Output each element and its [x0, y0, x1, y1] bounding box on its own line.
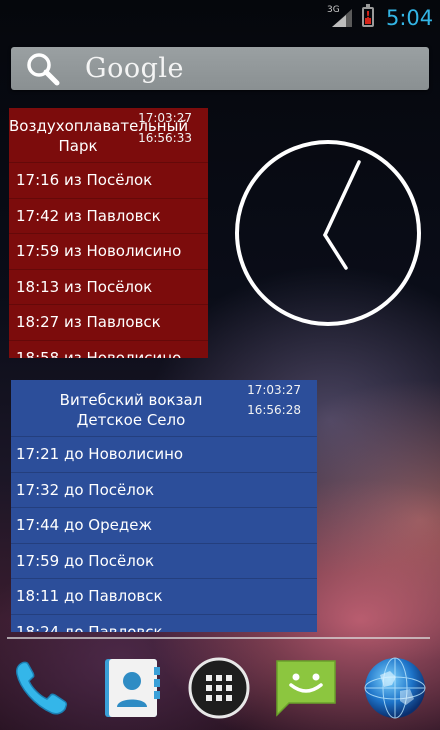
- station-name: Воздухоплавательный Парк: [9, 117, 189, 155]
- updated-time: 16:56:33: [138, 131, 192, 145]
- messaging-icon[interactable]: [273, 655, 339, 721]
- app-drawer-icon[interactable]: [186, 655, 252, 721]
- station-name: Витебский вокзал Детское Село: [31, 390, 231, 430]
- status-bar: 3G ! 5:04: [0, 0, 440, 34]
- station-name-line1: Витебский вокзал: [59, 391, 203, 409]
- widget-header: Воздухоплавательный Парк 17:03:27 16:56:…: [9, 108, 208, 162]
- battery-icon: !: [362, 4, 374, 27]
- departure-row[interactable]: 17:59 из Новолисино: [9, 233, 208, 269]
- search-icon: [27, 53, 60, 86]
- google-search-label: Google: [85, 53, 184, 84]
- departure-row[interactable]: 18:58 из Новолисино: [9, 339, 208, 358]
- departure-row[interactable]: 18:24 до Павловск: [11, 613, 317, 632]
- signal-icon: [332, 9, 352, 27]
- departure-row[interactable]: 17:32 до Посёлок: [11, 471, 317, 508]
- departure-row[interactable]: 17:21 до Новолисино: [11, 436, 317, 472]
- dock-divider: [7, 637, 430, 639]
- widget-timestamps: 17:03:27 16:56:28: [247, 380, 301, 420]
- phone-icon[interactable]: [8, 655, 74, 721]
- departure-row[interactable]: 18:13 из Посёлок: [9, 268, 208, 305]
- widget-header: Витебский вокзал Детское Село 17:03:27 1…: [11, 380, 317, 436]
- train-widget-red[interactable]: Воздухоплавательный Парк 17:03:27 16:56:…: [9, 108, 208, 358]
- google-search-bar[interactable]: Google: [11, 47, 429, 90]
- analog-clock-icon[interactable]: [230, 137, 426, 329]
- status-clock: 5:04: [386, 6, 434, 30]
- widget-timestamps: 17:03:27 16:56:33: [138, 108, 192, 148]
- contacts-icon[interactable]: [99, 655, 165, 721]
- train-widget-blue[interactable]: Витебский вокзал Детское Село 17:03:27 1…: [11, 380, 317, 632]
- departure-row[interactable]: 18:27 из Павловск: [9, 304, 208, 340]
- current-time: 17:03:27: [138, 111, 192, 125]
- departure-row[interactable]: 17:16 из Посёлок: [9, 162, 208, 198]
- departure-row[interactable]: 18:11 до Павловск: [11, 578, 317, 614]
- departure-row[interactable]: 17:44 до Оредеж: [11, 507, 317, 543]
- browser-globe-icon[interactable]: [362, 655, 428, 721]
- departure-row[interactable]: 17:42 из Павловск: [9, 197, 208, 234]
- departure-row[interactable]: 17:59 до Посёлок: [11, 542, 317, 579]
- updated-time: 16:56:28: [247, 403, 301, 417]
- station-name-line2: Детское Село: [76, 411, 186, 429]
- current-time: 17:03:27: [247, 383, 301, 397]
